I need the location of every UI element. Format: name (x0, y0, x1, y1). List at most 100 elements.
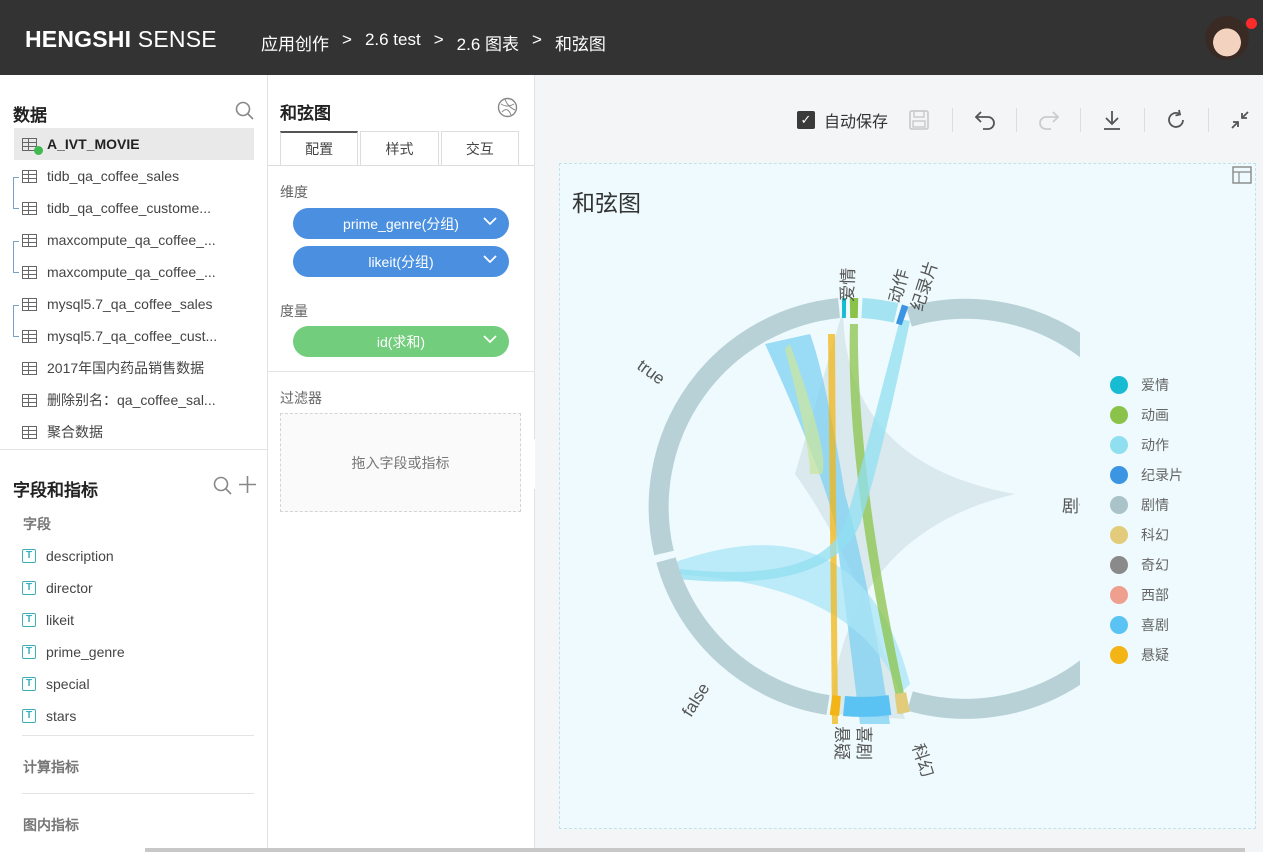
toolbar-divider (1144, 108, 1145, 132)
dimension-pill-label: likeit(分组) (368, 253, 434, 270)
chart-metrics-label[interactable]: 图内指标 (23, 815, 79, 835)
dataset-label: 删除别名：qa_coffee_sal... (47, 392, 216, 408)
dataset-item[interactable]: mysql5.7_qa_coffee_sales (14, 288, 254, 320)
refresh-icon[interactable] (1165, 105, 1187, 135)
legend-item[interactable]: 剧情 (1110, 490, 1183, 520)
measure-pill[interactable]: id(求和) (293, 326, 509, 357)
undo-icon[interactable] (973, 105, 997, 135)
field-label: special (46, 676, 90, 692)
chevron-down-icon[interactable] (483, 214, 497, 232)
legend-label: 喜剧 (1141, 617, 1169, 633)
dataset-item[interactable]: 聚合数据 (14, 416, 254, 448)
legend-swatch (1110, 376, 1128, 394)
search-icon[interactable] (235, 101, 254, 123)
arc-suspense (829, 695, 841, 716)
legend-item[interactable]: 西部 (1110, 580, 1183, 610)
dataset-list: A_IVT_MOVIE tidb_qa_coffee_sales tidb_qa… (14, 128, 254, 448)
table-icon (22, 393, 37, 407)
chart-canvas[interactable]: 和弦图 爱情 动作 纪录片 剧 科幻 喜剧 悬疑 false true 爱情 动… (559, 163, 1256, 829)
legend-item[interactable]: 爱情 (1110, 370, 1183, 400)
legend-swatch (1110, 586, 1128, 604)
brand-logo[interactable]: HENGSHI SENSE (25, 26, 217, 53)
section-divider (22, 793, 254, 794)
add-icon[interactable] (238, 475, 257, 497)
tab-config[interactable]: 配置 (280, 131, 359, 166)
dataset-item[interactable]: maxcompute_qa_coffee_... (14, 224, 254, 256)
field-label: prime_genre (46, 644, 125, 660)
calc-metrics-label[interactable]: 计算指标 (23, 757, 79, 777)
dataset-item[interactable]: maxcompute_qa_coffee_... (14, 256, 254, 288)
chevron-down-icon[interactable] (483, 252, 497, 270)
dataset-item[interactable]: mysql5.7_qa_coffee_cust... (14, 320, 254, 352)
arc-scifi (894, 692, 910, 714)
dataset-label: 聚合数据 (47, 424, 103, 440)
legend-item[interactable]: 奇幻 (1110, 550, 1183, 580)
filter-dropzone[interactable]: 拖入字段或指标 (280, 413, 521, 512)
dataset-item[interactable]: 删除别名：qa_coffee_sal... (14, 384, 254, 416)
breadcrumb: 应用创作 > 2.6 test > 2.6 图表 > 和弦图 (261, 30, 606, 55)
dataset-label: A_IVT_MOVIE (47, 136, 140, 152)
dimension-pill[interactable]: likeit(分组) (293, 246, 509, 277)
legend-label: 剧情 (1141, 497, 1169, 513)
chart-type-title: 和弦图 (280, 104, 331, 123)
redo-icon[interactable] (1037, 105, 1061, 135)
legend-item[interactable]: 动画 (1110, 400, 1183, 430)
breadcrumb-item-test[interactable]: 2.6 test (365, 30, 421, 55)
save-icon[interactable] (908, 105, 930, 135)
chart-workspace: ✓ 自动保存 和弦图 爱情 动作 纪录片 剧 科幻 喜剧 悬疑 false tr… (535, 75, 1263, 852)
text-type-icon: T (22, 549, 36, 563)
table-icon (22, 265, 37, 279)
autosave-toggle[interactable]: ✓ 自动保存 (797, 105, 888, 135)
autosave-checkbox[interactable]: ✓ (797, 111, 815, 129)
chord-ribbon (795, 310, 1015, 719)
field-item[interactable]: Tprime_genre (22, 636, 254, 668)
dataset-item[interactable]: 2017年国内药品销售数据 (14, 352, 254, 384)
search-icon[interactable] (213, 476, 232, 498)
field-item[interactable]: Tspecial (22, 668, 254, 700)
table-icon (22, 201, 37, 215)
legend-swatch (1110, 466, 1128, 484)
legend-item[interactable]: 动作 (1110, 430, 1183, 460)
section-divider (22, 735, 254, 736)
text-type-icon: T (22, 645, 36, 659)
collapse-icon[interactable] (1229, 105, 1251, 135)
horizontal-scrollbar[interactable] (145, 848, 1245, 852)
table-icon (22, 297, 37, 311)
table-icon (22, 233, 37, 247)
legend-item[interactable]: 喜剧 (1110, 610, 1183, 640)
dataset-label: maxcompute_qa_coffee_... (47, 232, 216, 248)
dataset-item[interactable]: A_IVT_MOVIE (14, 128, 254, 160)
legend-label: 西部 (1141, 587, 1169, 603)
toolbar-divider (1080, 108, 1081, 132)
tab-style[interactable]: 样式 (360, 131, 439, 166)
section-divider (0, 449, 267, 450)
dataset-item[interactable]: tidb_qa_coffee_sales (14, 160, 254, 192)
legend-item[interactable]: 悬疑 (1110, 640, 1183, 670)
arc-label-action: 动作 (886, 267, 913, 305)
dataset-label: 2017年国内药品销售数据 (47, 360, 205, 376)
tab-interaction[interactable]: 交互 (440, 131, 519, 166)
field-item[interactable]: Tdirector (22, 572, 254, 604)
field-item[interactable]: Tlikeit (22, 604, 254, 636)
text-type-icon: T (22, 581, 36, 595)
notification-dot (1246, 18, 1257, 29)
legend-swatch (1110, 496, 1128, 514)
download-icon[interactable] (1101, 105, 1123, 135)
legend-item[interactable]: 纪录片 (1110, 460, 1183, 490)
field-item[interactable]: Tstars (22, 700, 254, 732)
fields-title: 字段和指标 (13, 481, 98, 500)
breadcrumb-item-charts[interactable]: 2.6 图表 (457, 30, 519, 55)
chart-type-icon[interactable] (497, 97, 518, 121)
field-item[interactable]: Tdescription (22, 540, 254, 572)
text-type-icon: T (22, 613, 36, 627)
chart-menu-icon[interactable] (1232, 166, 1252, 189)
field-label: stars (46, 708, 77, 724)
chevron-down-icon[interactable] (483, 332, 497, 350)
avatar[interactable] (1205, 16, 1249, 60)
breadcrumb-item-app[interactable]: 应用创作 (261, 30, 329, 55)
autosave-label: 自动保存 (824, 114, 889, 131)
dimension-pill[interactable]: prime_genre(分组) (293, 208, 509, 239)
legend-item[interactable]: 科幻 (1110, 520, 1183, 550)
dataset-item[interactable]: tidb_qa_coffee_custome... (14, 192, 254, 224)
arc-label-comedy: 喜剧 (854, 726, 873, 760)
